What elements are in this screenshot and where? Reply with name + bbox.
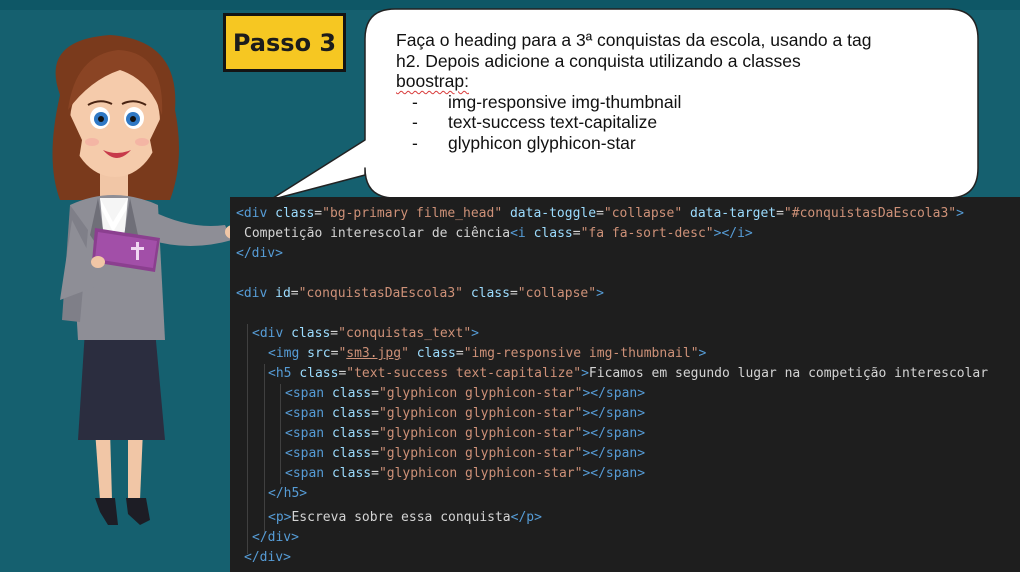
list-item-text: text-success text-capitalize — [448, 112, 658, 132]
code-line: <div class="conquistas_text"> — [252, 326, 479, 341]
code-line: <span class="glyphicon glyphicon-star"><… — [285, 466, 646, 481]
code-line: <span class="glyphicon glyphicon-star"><… — [285, 446, 646, 461]
code-line: </div> — [244, 550, 291, 565]
indent-guide — [247, 324, 248, 554]
code-line: <p>Escreva sobre essa conquista</p> — [268, 510, 542, 525]
list-item: - glyphicon glyphicon-star — [396, 133, 966, 154]
code-editor: <div class="bg-primary filme_head" data-… — [230, 197, 1020, 572]
instruction-line: h2. Depois adicione a conquista utilizan… — [396, 50, 801, 71]
instruction-line: Faça o heading para a 3ª conquistas da e… — [396, 30, 872, 50]
code-line: <img src="sm3.jpg" class="img-responsive… — [268, 346, 707, 361]
code-line: </div> — [252, 530, 299, 545]
code-line: <div id="conquistasDaEscola3" class="col… — [236, 286, 604, 301]
bullet-dash: - — [412, 112, 418, 132]
indent-guide — [264, 364, 265, 534]
indent-guide — [280, 384, 281, 484]
code-line: Competição interescolar de ciência<i cla… — [244, 226, 753, 241]
code-line: <h5 class="text-success text-capitalize"… — [268, 366, 989, 381]
code-line: <span class="glyphicon glyphicon-star"><… — [285, 426, 646, 441]
list-item: - text-success text-capitalize — [396, 112, 966, 133]
bullet-dash: - — [412, 91, 418, 112]
bullet-dash: - — [412, 132, 418, 153]
slide: Passo 3 Faça o heading para a 3ª conquis… — [0, 0, 1020, 572]
list-item-text: glyphicon glyphicon-star — [448, 132, 636, 153]
list-item-text: img-responsive img-thumbnail — [448, 91, 682, 112]
instruction-line: boostrap: — [396, 71, 469, 91]
code-line: </div> — [236, 246, 283, 261]
code-line: <span class="glyphicon glyphicon-star"><… — [285, 406, 646, 421]
code-line: <span class="glyphicon glyphicon-star"><… — [285, 386, 646, 401]
code-line: </h5> — [268, 486, 308, 501]
code-line: <div class="bg-primary filme_head" data-… — [236, 206, 964, 221]
instruction-list: - img-responsive img-thumbnail - text-succ… — [396, 92, 966, 154]
list-item: - img-responsive img-thumbnail — [396, 92, 966, 113]
instructions: Faça o heading para a 3ª conquistas da e… — [396, 30, 966, 153]
